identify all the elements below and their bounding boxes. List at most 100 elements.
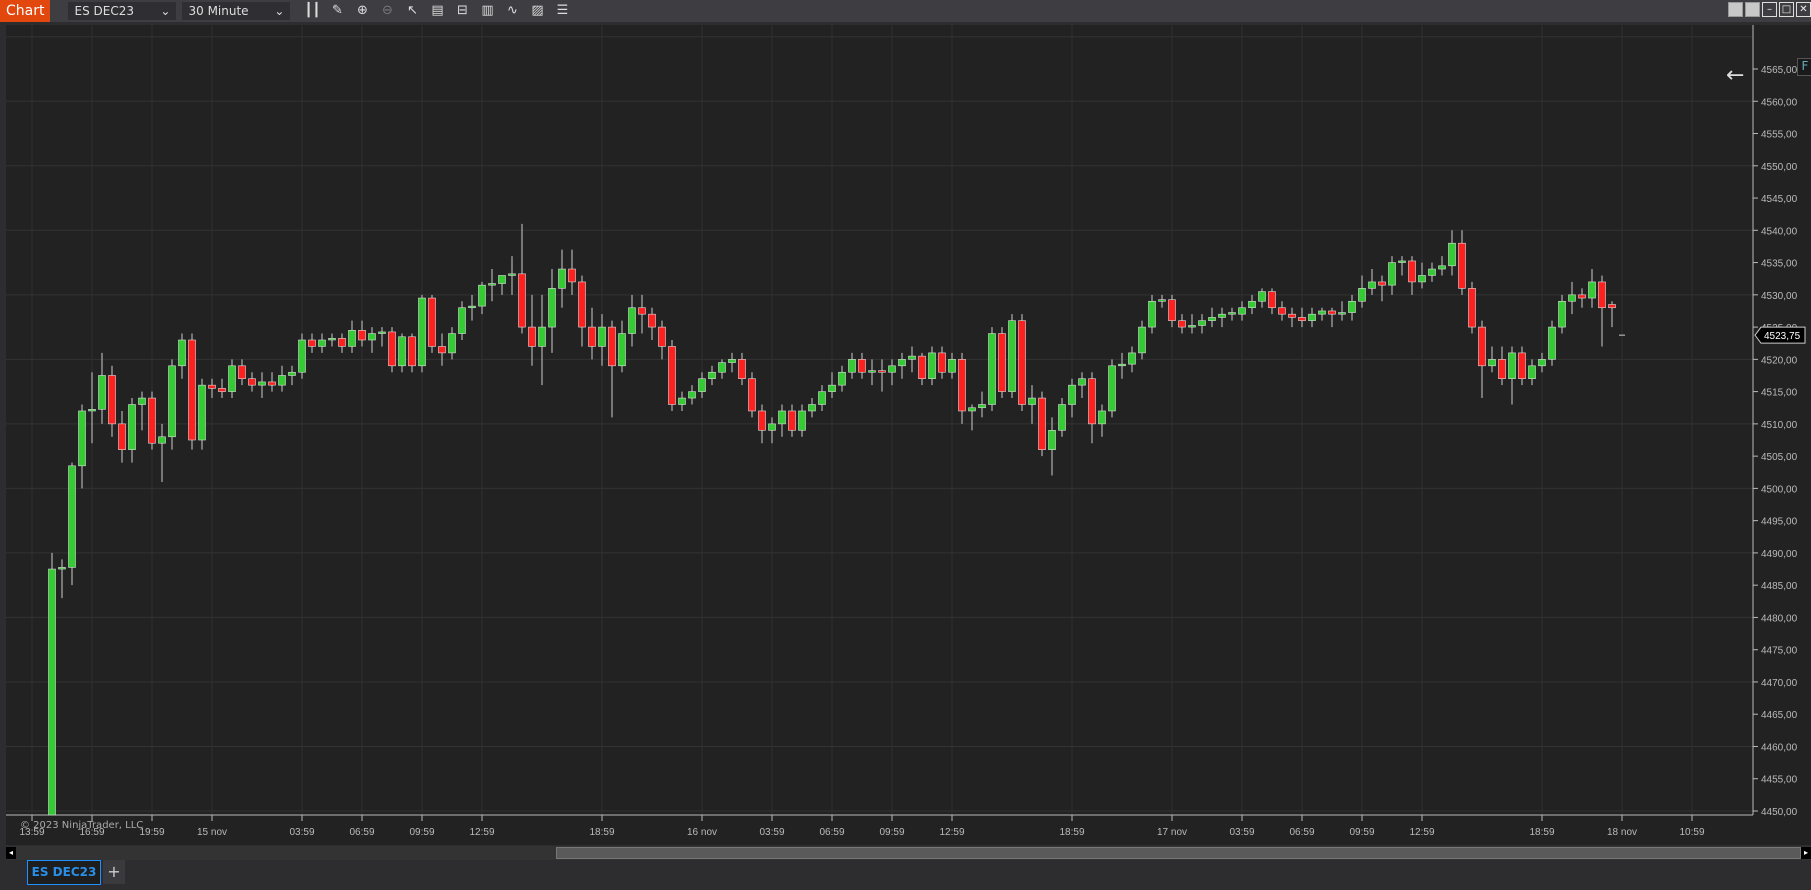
candle-down (518, 273, 526, 328)
minimize-button[interactable]: – (1762, 2, 1777, 17)
scrollbar-thumb[interactable] (556, 847, 1801, 859)
candle-up (168, 365, 176, 438)
candle-up (1308, 313, 1316, 321)
price-label: 4490,00 (1761, 549, 1798, 560)
time-label: 17 nov (1157, 827, 1187, 838)
time-label: 03:59 (759, 827, 784, 838)
time-label: 18:59 (589, 827, 614, 838)
candle-down (1298, 317, 1306, 321)
time-label: 09:59 (409, 827, 434, 838)
candle-up (178, 339, 186, 367)
candle-down (1278, 307, 1286, 315)
candle-up (1428, 268, 1436, 276)
time-label: 15 nov (197, 827, 227, 838)
instrument-value: ES DEC23 (74, 4, 134, 18)
time-label: 10:59 (1679, 827, 1704, 838)
candle-up (228, 365, 236, 392)
candle-up (328, 338, 336, 341)
maximize-button[interactable]: □ (1779, 2, 1794, 17)
chevron-down-icon: ⌄ (274, 4, 285, 18)
candle-down (528, 326, 536, 347)
candle-up (1058, 404, 1066, 431)
candle-up (1558, 300, 1566, 328)
pointer-icon[interactable]: ↖ (401, 2, 423, 20)
strategies-icon[interactable]: ∿ (501, 2, 523, 20)
candle-up (978, 404, 986, 409)
zoom-out-icon[interactable]: ⊖ (376, 2, 398, 20)
candle-up (1098, 410, 1106, 425)
candle-up (1248, 300, 1256, 309)
price-label: 4505,00 (1761, 452, 1798, 463)
properties-icon[interactable]: ⊟ (451, 2, 473, 20)
candle-up (478, 284, 486, 307)
f-button[interactable]: F (1797, 58, 1811, 76)
candle-down (1468, 288, 1476, 328)
candle-up (1108, 365, 1116, 412)
candle-up (1588, 281, 1596, 299)
candle-down (738, 359, 746, 380)
scroll-right-icon[interactable]: ▸ (1801, 847, 1811, 859)
close-button[interactable]: ✕ (1796, 2, 1811, 17)
candle-up (798, 410, 806, 431)
interval-selector[interactable]: 30 Minute ⌄ (182, 2, 291, 20)
candle-up (418, 297, 426, 367)
candle-down (1458, 242, 1466, 289)
candle-up (1238, 307, 1246, 315)
candle-up (88, 409, 96, 412)
time-label: 03:59 (289, 827, 314, 838)
candle-up (318, 339, 326, 347)
candle-down (958, 359, 966, 412)
interval-value: 30 Minute (188, 4, 249, 18)
horizontal-scrollbar[interactable]: ◂ ▸ (6, 846, 1811, 860)
candle-down (748, 378, 756, 412)
candle-up (948, 359, 956, 373)
link-button-2[interactable] (1745, 2, 1760, 17)
chart-panel[interactable]: 13:59 16:59 19:59 15 nov 03:59 06:59 09:59 12:5… (6, 25, 1811, 845)
tab-es-dec23[interactable]: ES DEC23 (27, 860, 101, 885)
data-box-icon[interactable]: ▤ (426, 2, 448, 20)
candle-down (428, 297, 436, 347)
candle-down (1578, 294, 1586, 299)
candle-up (1398, 260, 1406, 263)
candle-down (998, 333, 1006, 392)
candle-down (1598, 281, 1606, 309)
templates-icon[interactable]: ▨ (526, 2, 548, 20)
price-label: 4565,00 (1761, 65, 1798, 76)
candle-down (1608, 304, 1616, 309)
price-label: 4455,00 (1761, 775, 1798, 786)
candle-up (848, 359, 856, 373)
candle-down (758, 410, 766, 431)
price-chart[interactable]: 13:59 16:59 19:59 15 nov 03:59 06:59 09:59 12:5… (6, 25, 1811, 845)
time-label: 06:59 (349, 827, 374, 838)
zoom-in-icon[interactable]: ⊕ (351, 2, 373, 20)
indicators-icon[interactable]: ▥ (476, 2, 498, 20)
candle-down (858, 359, 866, 373)
candle-up (1348, 300, 1356, 313)
price-label: 4485,00 (1761, 581, 1798, 592)
instrument-selector[interactable]: ES DEC23 ⌄ (68, 2, 177, 20)
price-label: 4480,00 (1761, 613, 1798, 624)
back-arrow-icon[interactable]: ← (1726, 63, 1744, 88)
time-label: 18:59 (1059, 827, 1084, 838)
candle-up (928, 352, 936, 380)
candle-up (468, 305, 476, 309)
price-label: 4540,00 (1761, 226, 1798, 237)
link-button[interactable] (1728, 2, 1743, 17)
candle-up (1228, 312, 1236, 315)
add-tab-button[interactable]: + (103, 860, 125, 884)
pencil-icon[interactable]: ✎ (326, 2, 348, 20)
candle-down (358, 330, 366, 341)
candle-up (618, 333, 626, 367)
bar-chart-icon[interactable]: ┃┃ (301, 2, 323, 20)
candle-up (868, 370, 876, 373)
price-label: 4500,00 (1761, 484, 1798, 495)
candle-up (198, 384, 206, 441)
candle-down (1498, 359, 1506, 380)
candle-up (898, 359, 906, 367)
candle-up (68, 465, 76, 568)
candle-up (398, 336, 406, 367)
list-icon[interactable]: ☰ (551, 2, 573, 20)
candle-up (698, 378, 706, 392)
price-label: 4465,00 (1761, 710, 1798, 721)
scroll-left-icon[interactable]: ◂ (6, 847, 16, 859)
